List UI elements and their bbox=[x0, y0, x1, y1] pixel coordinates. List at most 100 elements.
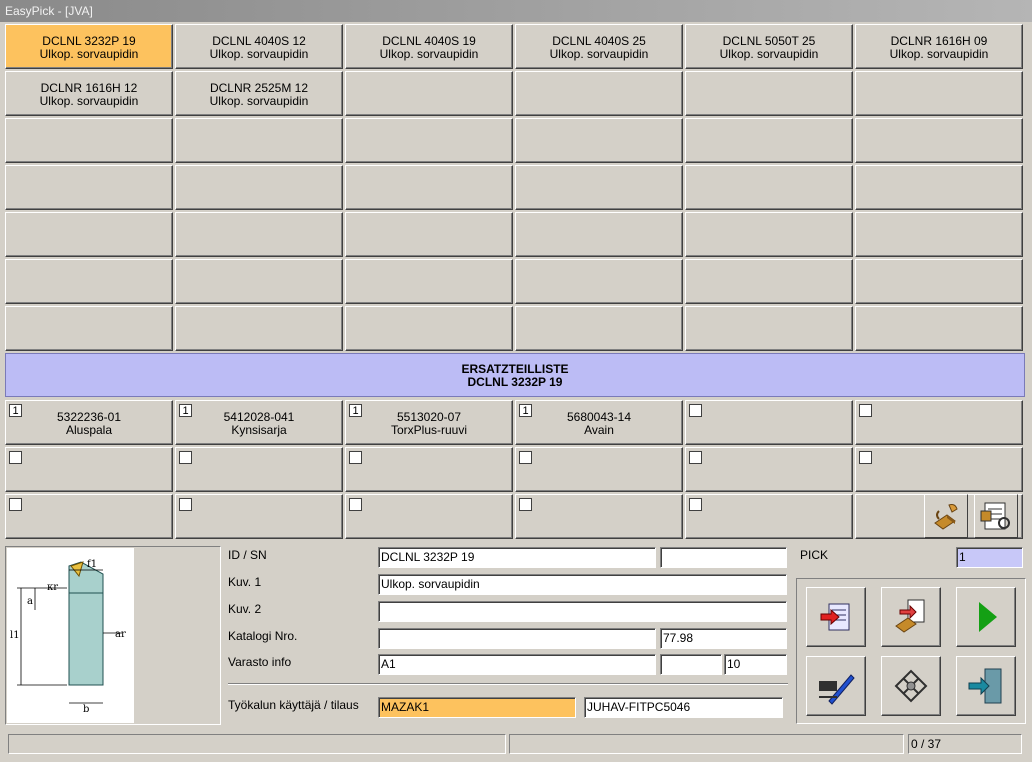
tool-cell[interactable]: DCLNL 4040S 19 Ulkop. sorvaupidin bbox=[345, 24, 513, 69]
tool-cell-empty[interactable] bbox=[685, 212, 853, 257]
part-qty-box[interactable] bbox=[179, 498, 192, 511]
tool-cell-empty[interactable] bbox=[175, 259, 343, 304]
varasto-qty-field[interactable]: 10 bbox=[724, 654, 787, 675]
part-qty-box[interactable] bbox=[9, 498, 22, 511]
varasto-mid-field[interactable] bbox=[660, 654, 722, 675]
tool-cell-empty[interactable] bbox=[855, 306, 1023, 351]
tool-cell-empty[interactable] bbox=[685, 165, 853, 210]
tool-cell-empty[interactable] bbox=[5, 259, 173, 304]
tool-cell-empty[interactable] bbox=[175, 306, 343, 351]
part-cell-empty[interactable] bbox=[685, 494, 853, 539]
tool-cell-empty[interactable] bbox=[515, 306, 683, 351]
part-qty-box[interactable]: 1 bbox=[9, 404, 22, 417]
tool-cell-empty[interactable] bbox=[345, 306, 513, 351]
part-qty-box[interactable] bbox=[689, 404, 702, 417]
id-field[interactable]: DCLNL 3232P 19 bbox=[378, 547, 656, 568]
part-cell-empty[interactable] bbox=[5, 494, 173, 539]
part-cell-empty[interactable] bbox=[5, 447, 173, 492]
tool-cell-empty[interactable] bbox=[5, 212, 173, 257]
tool-cell-empty[interactable] bbox=[685, 118, 853, 163]
part-qty-box[interactable] bbox=[9, 451, 22, 464]
part-qty-box[interactable]: 1 bbox=[519, 404, 532, 417]
tool-cell-empty[interactable] bbox=[5, 306, 173, 351]
part-cell-empty[interactable] bbox=[175, 494, 343, 539]
part-qty-box[interactable] bbox=[859, 451, 872, 464]
tool-cell-empty[interactable] bbox=[5, 165, 173, 210]
part-desc: TorxPlus-ruuvi bbox=[390, 423, 468, 437]
part-qty-box[interactable] bbox=[349, 451, 362, 464]
tool-cell-empty[interactable] bbox=[855, 71, 1023, 116]
sn-field[interactable] bbox=[660, 547, 787, 568]
katalogi-field[interactable] bbox=[378, 628, 656, 649]
parts-list-button[interactable] bbox=[974, 494, 1018, 538]
tool-cell-empty[interactable] bbox=[5, 118, 173, 163]
order-field[interactable]: JUHAV-FITPC5046 bbox=[584, 697, 783, 718]
part-qty-box[interactable]: 1 bbox=[179, 404, 192, 417]
tool-cell-empty[interactable] bbox=[175, 165, 343, 210]
tool-cell-empty[interactable] bbox=[515, 71, 683, 116]
status-mid bbox=[509, 734, 904, 754]
tool-cell-empty[interactable] bbox=[175, 118, 343, 163]
part-cell-empty[interactable] bbox=[685, 400, 853, 445]
varasto-field[interactable]: A1 bbox=[378, 654, 656, 675]
part-cell-empty[interactable] bbox=[175, 447, 343, 492]
pick-field[interactable]: 1 bbox=[956, 547, 1023, 568]
parts-tool-button[interactable] bbox=[924, 494, 968, 538]
part-qty-box[interactable] bbox=[859, 404, 872, 417]
part-qty-box[interactable]: 1 bbox=[349, 404, 362, 417]
tool-cell-empty[interactable] bbox=[685, 306, 853, 351]
tool-cell-empty[interactable] bbox=[345, 259, 513, 304]
tool-cell-empty[interactable] bbox=[345, 165, 513, 210]
part-qty-box[interactable] bbox=[179, 451, 192, 464]
diagram-label-f1: f1 bbox=[87, 559, 97, 570]
transfer-button[interactable] bbox=[881, 587, 941, 647]
tool-cell-empty[interactable] bbox=[855, 259, 1023, 304]
tool-cell[interactable]: DCLNL 3232P 19 Ulkop. sorvaupidin bbox=[5, 24, 173, 69]
tool-cell-empty[interactable] bbox=[345, 118, 513, 163]
part-cell-empty[interactable] bbox=[345, 494, 513, 539]
tool-cell-empty[interactable] bbox=[855, 165, 1023, 210]
tool-cell-empty[interactable] bbox=[855, 212, 1023, 257]
tool-cell-empty[interactable] bbox=[515, 259, 683, 304]
part-cell[interactable]: 1 5513020-07 TorxPlus-ruuvi bbox=[345, 400, 513, 445]
part-cell-empty[interactable] bbox=[855, 447, 1023, 492]
tools-grid-button[interactable] bbox=[881, 656, 941, 716]
tool-cell[interactable]: DCLNL 4040S 25 Ulkop. sorvaupidin bbox=[515, 24, 683, 69]
tool-cell-empty[interactable] bbox=[685, 259, 853, 304]
tool-cell-empty[interactable] bbox=[685, 71, 853, 116]
tool-cell-empty[interactable] bbox=[345, 71, 513, 116]
part-cell[interactable]: 1 5322236-01 Aluspala bbox=[5, 400, 173, 445]
varasto-label: Varasto info bbox=[228, 655, 292, 669]
tool-cell-empty[interactable] bbox=[515, 165, 683, 210]
tool-cell-empty[interactable] bbox=[515, 212, 683, 257]
exit-button[interactable] bbox=[956, 656, 1016, 716]
part-cell-empty[interactable] bbox=[855, 400, 1023, 445]
tool-cell[interactable]: DCLNL 5050T 25 Ulkop. sorvaupidin bbox=[685, 24, 853, 69]
tool-cell-empty[interactable] bbox=[175, 212, 343, 257]
part-cell[interactable]: 1 5680043-14 Avain bbox=[515, 400, 683, 445]
tool-cell[interactable]: DCLNL 4040S 12 Ulkop. sorvaupidin bbox=[175, 24, 343, 69]
kuv1-field[interactable]: Ulkop. sorvaupidin bbox=[378, 574, 787, 595]
kuv2-field[interactable] bbox=[378, 601, 787, 622]
price-field[interactable]: 77.98 bbox=[660, 628, 787, 649]
user-field[interactable]: MAZAK1 bbox=[378, 697, 576, 718]
tool-cell[interactable]: DCLNR 1616H 09 Ulkop. sorvaupidin bbox=[855, 24, 1023, 69]
part-qty-box[interactable] bbox=[349, 498, 362, 511]
tool-cell-empty[interactable] bbox=[855, 118, 1023, 163]
tool-cell-empty[interactable] bbox=[515, 118, 683, 163]
part-qty-box[interactable] bbox=[519, 498, 532, 511]
tool-cell[interactable]: DCLNR 2525M 12 Ulkop. sorvaupidin bbox=[175, 71, 343, 116]
part-cell-empty[interactable] bbox=[515, 494, 683, 539]
part-cell-empty[interactable] bbox=[685, 447, 853, 492]
edit-button[interactable] bbox=[806, 656, 866, 716]
part-cell-empty[interactable] bbox=[515, 447, 683, 492]
part-cell-empty[interactable] bbox=[345, 447, 513, 492]
part-qty-box[interactable] bbox=[519, 451, 532, 464]
part-cell[interactable]: 1 5412028-041 Kynsisarja bbox=[175, 400, 343, 445]
part-qty-box[interactable] bbox=[689, 498, 702, 511]
tool-cell-empty[interactable] bbox=[345, 212, 513, 257]
play-button[interactable] bbox=[956, 587, 1016, 647]
part-qty-box[interactable] bbox=[689, 451, 702, 464]
export-button[interactable] bbox=[806, 587, 866, 647]
tool-cell[interactable]: DCLNR 1616H 12 Ulkop. sorvaupidin bbox=[5, 71, 173, 116]
